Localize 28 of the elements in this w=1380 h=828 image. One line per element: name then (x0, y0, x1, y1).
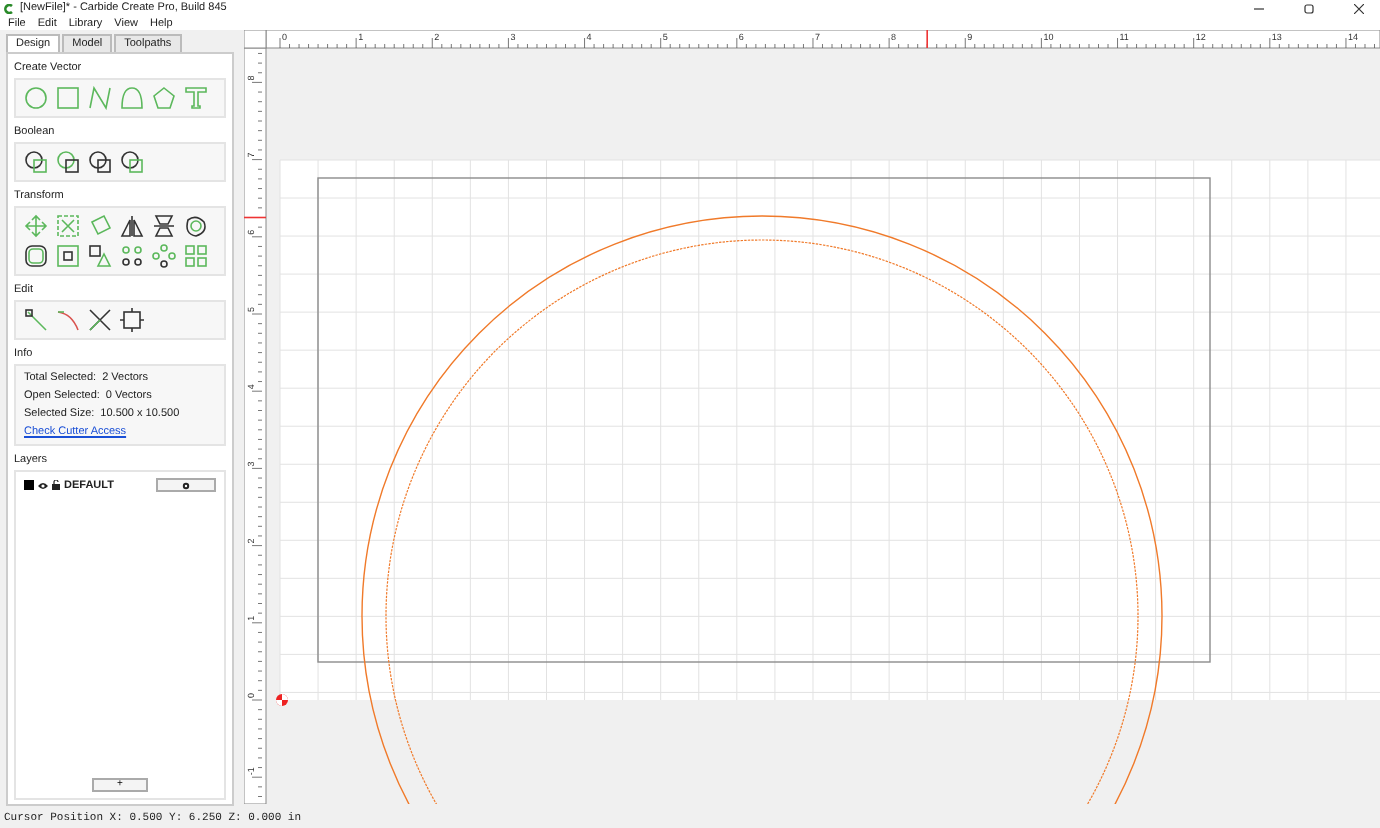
layer-settings-button[interactable] (156, 478, 216, 492)
layer-color-swatch[interactable] (24, 480, 34, 490)
trim-icon[interactable] (88, 308, 112, 332)
curve-edit-icon[interactable] (56, 308, 80, 332)
box-icon[interactable] (56, 244, 80, 268)
subtract-icon[interactable] (56, 150, 80, 174)
node-edit-icon[interactable] (24, 308, 48, 332)
settings-icon (182, 481, 190, 489)
minimize-icon[interactable] (1253, 3, 1263, 13)
origin-icon (276, 694, 288, 706)
lock-icon[interactable] (52, 480, 60, 490)
join-icon[interactable] (120, 308, 144, 332)
circle-array-icon[interactable] (120, 244, 144, 268)
shape-align-icon[interactable] (88, 244, 112, 268)
restore-icon[interactable] (1303, 3, 1313, 13)
union-icon[interactable] (24, 150, 48, 174)
fillet-icon[interactable] (24, 244, 48, 268)
cursor-y-marker (244, 216, 267, 219)
mirror-icon[interactable] (120, 214, 144, 238)
offset-icon[interactable] (184, 214, 208, 238)
eye-icon[interactable] (38, 481, 48, 489)
app-logo-icon (4, 3, 14, 13)
intersect-icon[interactable] (88, 150, 112, 174)
cursor-x-marker (926, 30, 928, 49)
close-icon[interactable] (1353, 3, 1363, 13)
align-icon[interactable] (152, 214, 176, 238)
weld-icon[interactable] (120, 150, 144, 174)
circular-array-icon[interactable] (152, 244, 176, 268)
